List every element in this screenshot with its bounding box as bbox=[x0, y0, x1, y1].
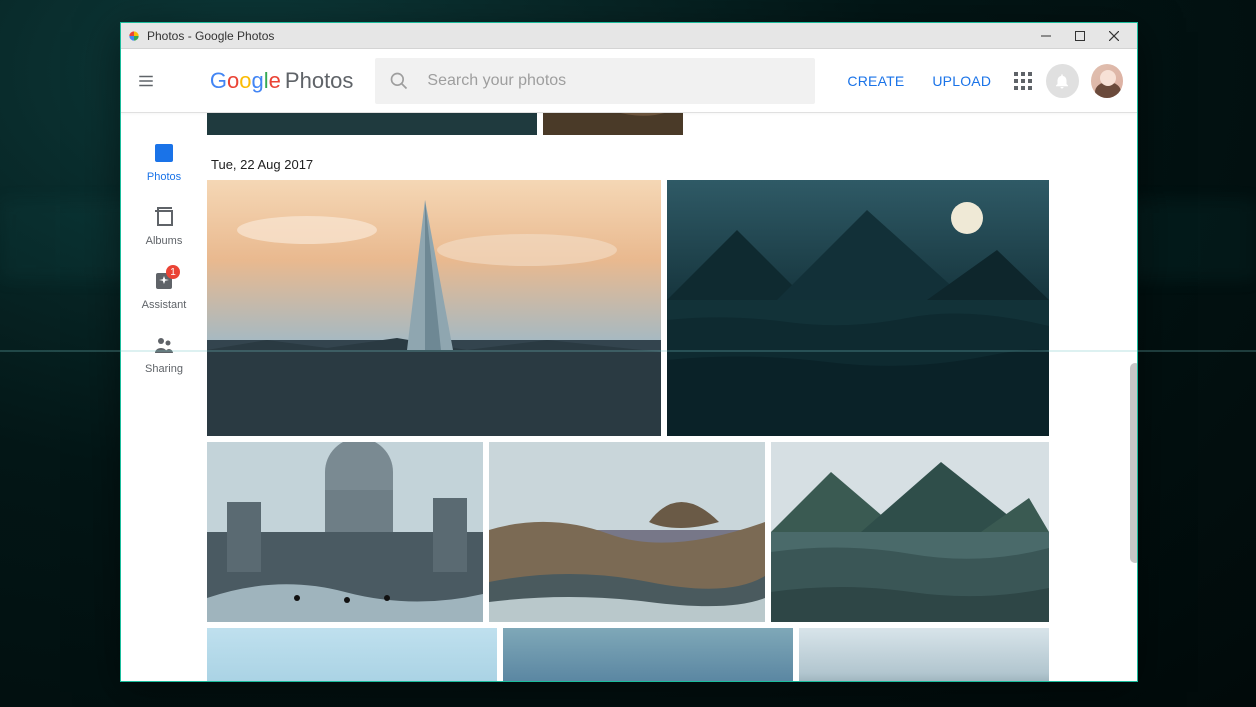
sidebar: Photos Albums 1 Assistant bbox=[121, 113, 207, 681]
photo-thumbnail[interactable] bbox=[489, 442, 765, 622]
sidebar-item-assistant[interactable]: 1 Assistant bbox=[134, 269, 194, 311]
sidebar-item-label: Photos bbox=[147, 171, 181, 183]
logo-letter: o bbox=[239, 68, 251, 94]
photo-row bbox=[207, 113, 1117, 141]
photo-thumbnail[interactable] bbox=[207, 113, 537, 135]
bell-icon bbox=[1053, 72, 1071, 90]
create-button[interactable]: CREATE bbox=[839, 67, 912, 95]
photo-thumbnail[interactable] bbox=[207, 442, 483, 622]
search-icon bbox=[389, 71, 409, 91]
search-input[interactable] bbox=[427, 72, 801, 90]
photo-thumbnail[interactable] bbox=[667, 180, 1049, 436]
titlebar[interactable]: Photos - Google Photos bbox=[121, 23, 1137, 49]
sidebar-item-label: Assistant bbox=[142, 299, 187, 311]
photo-row bbox=[207, 180, 1117, 442]
photo-thumbnail[interactable] bbox=[543, 113, 683, 135]
upload-button[interactable]: UPLOAD bbox=[924, 67, 999, 95]
app-window: Photos - Google Photos G o o g l e Photo… bbox=[120, 22, 1138, 682]
window-close-button[interactable] bbox=[1097, 23, 1131, 49]
logo-letter: e bbox=[269, 68, 281, 94]
photo-row bbox=[207, 442, 1117, 628]
window-minimize-button[interactable] bbox=[1029, 23, 1063, 49]
sidebar-item-photos[interactable]: Photos bbox=[134, 141, 194, 183]
photo-thumbnail[interactable] bbox=[771, 442, 1049, 622]
sidebar-item-sharing[interactable]: Sharing bbox=[134, 333, 194, 375]
photo-thumbnail[interactable] bbox=[207, 628, 497, 681]
logo-letter: o bbox=[227, 68, 239, 94]
main-menu-button[interactable] bbox=[135, 69, 158, 93]
google-photos-logo[interactable]: G o o g l e Photos bbox=[210, 68, 354, 94]
google-apps-icon[interactable] bbox=[1011, 69, 1034, 93]
sharing-icon bbox=[152, 333, 176, 357]
window-title: Photos - Google Photos bbox=[147, 29, 1029, 43]
photo-thumbnail[interactable] bbox=[799, 628, 1049, 681]
photo-stream: Tue, 22 Aug 2017 bbox=[207, 113, 1137, 681]
sidebar-item-albums[interactable]: Albums bbox=[134, 205, 194, 247]
photo-thumbnail[interactable] bbox=[503, 628, 793, 681]
photo-row bbox=[207, 628, 1117, 681]
logo-letter: G bbox=[210, 68, 227, 94]
notifications-button[interactable] bbox=[1046, 64, 1078, 98]
image-icon bbox=[152, 141, 176, 165]
albums-icon bbox=[152, 205, 176, 229]
account-avatar[interactable] bbox=[1091, 64, 1123, 98]
date-header: Tue, 22 Aug 2017 bbox=[211, 157, 1117, 172]
google-photos-pinwheel-icon bbox=[127, 29, 141, 43]
app-header: G o o g l e Photos CREATE UPLOAD bbox=[121, 49, 1137, 113]
search-box[interactable] bbox=[375, 58, 815, 104]
logo-product-word: Photos bbox=[285, 68, 354, 94]
photo-thumbnail[interactable] bbox=[207, 180, 661, 436]
assistant-badge: 1 bbox=[166, 265, 180, 279]
logo-letter: g bbox=[252, 68, 264, 94]
window-maximize-button[interactable] bbox=[1063, 23, 1097, 49]
sidebar-item-label: Albums bbox=[146, 235, 183, 247]
sidebar-item-label: Sharing bbox=[145, 363, 183, 375]
